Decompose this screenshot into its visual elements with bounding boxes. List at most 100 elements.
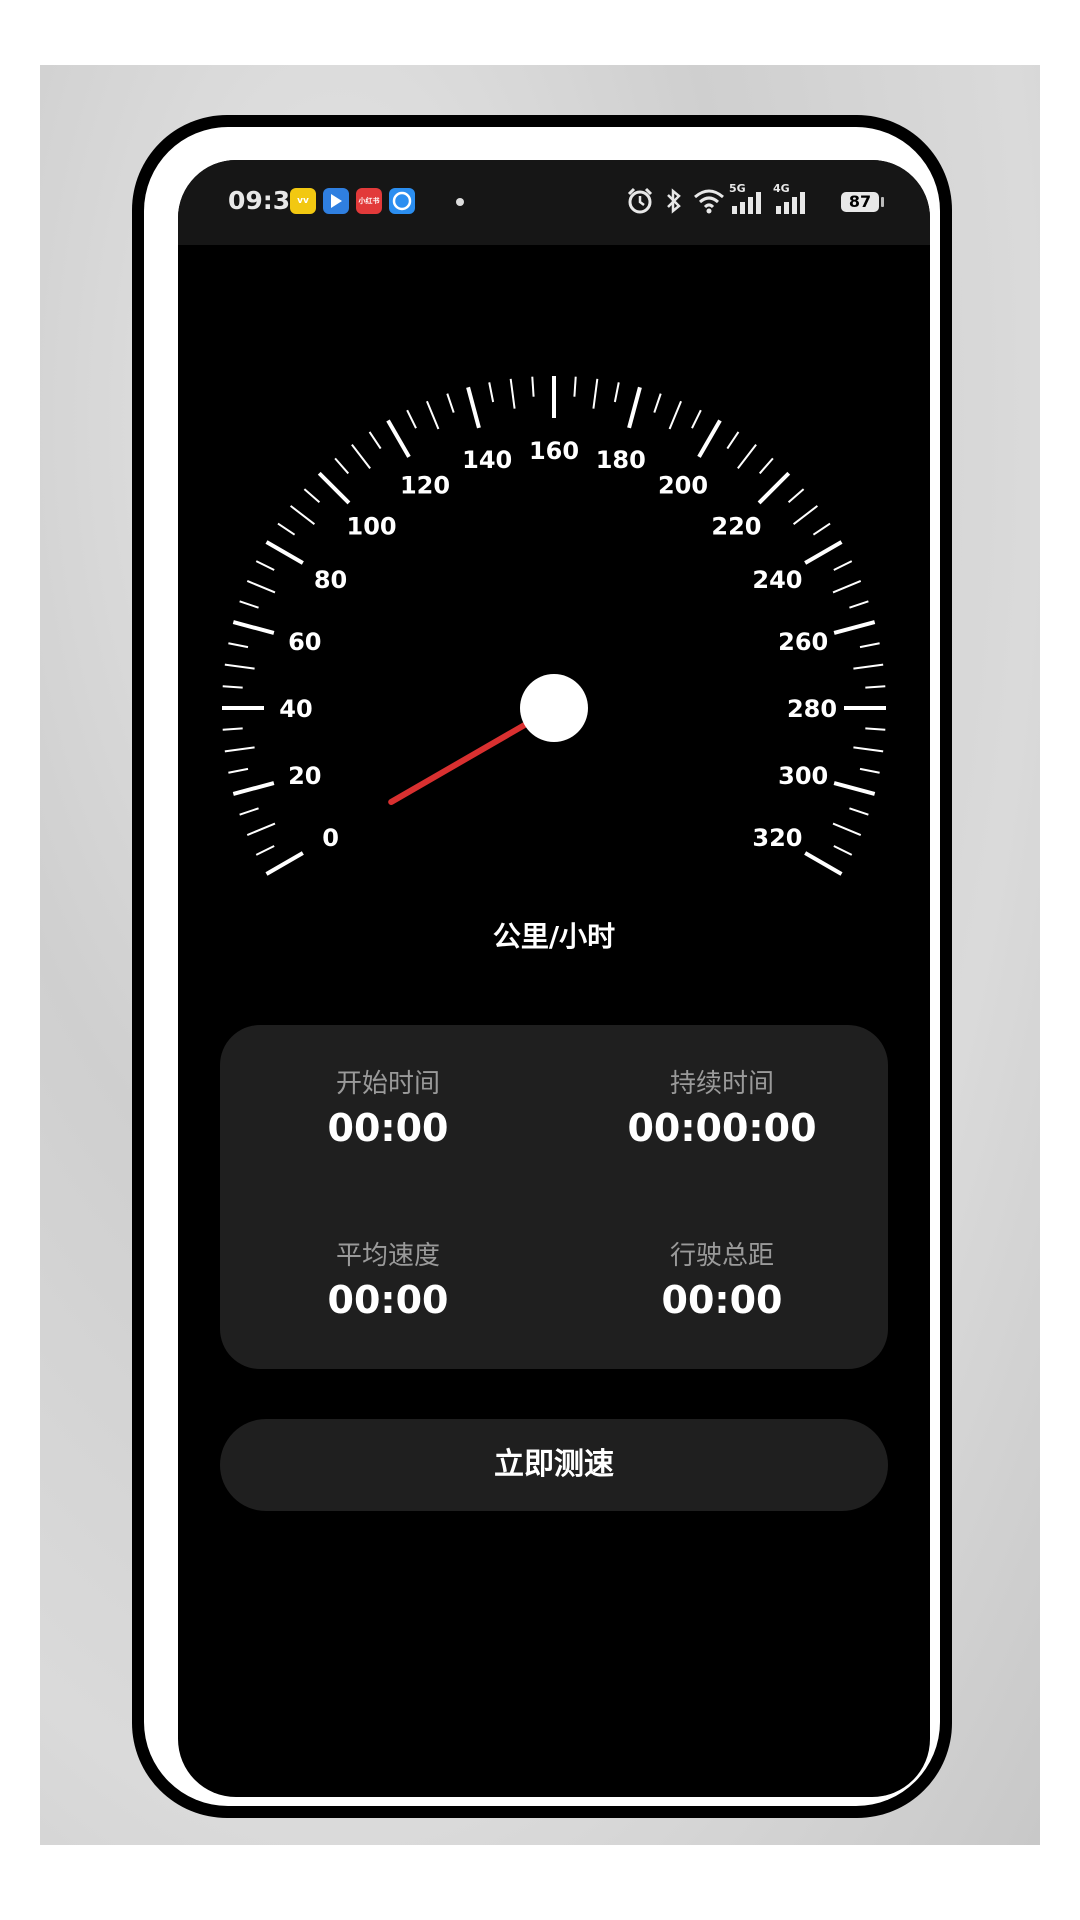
- gauge-minor-tick: [668, 400, 682, 430]
- gauge-minor-tick: [222, 727, 243, 731]
- gauge-minor-tick: [812, 522, 831, 536]
- gauge-minor-tick: [531, 376, 535, 397]
- gauge-major-tick: [804, 540, 843, 565]
- gauge-minor-tick: [351, 443, 371, 470]
- gauge-minor-tick: [691, 409, 702, 429]
- gauge-tick-labels: 0 20 40 60 80100120 140 160 180 200220 240 260 280 3…: [279, 437, 837, 852]
- gauge-tick-label: 220: [711, 513, 761, 541]
- phone-bezel: 09:36 vv 小红书 5G 4G 87 0 20 40 60 80 100 …: [144, 127, 940, 1806]
- gauge-hub: [520, 674, 588, 742]
- stat-total-distance: 行驶总距 00:00: [572, 1235, 872, 1322]
- gauge-tick-label: 300: [778, 762, 828, 790]
- gauge-minor-tick: [368, 431, 382, 450]
- gauge-minor-tick: [653, 393, 662, 413]
- stat-avg-speed: 平均速度 00:00: [238, 1235, 538, 1322]
- gauge-tick-label: 160: [529, 437, 579, 465]
- gauge-minor-tick: [832, 822, 862, 836]
- gauge-minor-tick: [849, 600, 869, 609]
- gauge-tick-label: 40: [279, 695, 312, 723]
- gauge-major-tick: [697, 419, 722, 458]
- gauge-major-tick: [265, 540, 304, 565]
- gauge-minor-tick: [406, 409, 417, 429]
- gauge-minor-tick: [255, 845, 275, 856]
- battery-icon: 87: [841, 192, 879, 212]
- stat-start-time: 开始时间 00:00: [238, 1063, 538, 1150]
- gauge-minor-tick: [246, 580, 276, 594]
- gauge-minor-tick: [758, 457, 774, 475]
- gauge-minor-tick: [792, 505, 819, 525]
- gauge-minor-tick: [832, 580, 862, 594]
- gauge-minor-tick: [277, 522, 296, 536]
- start-time-label: 开始时间: [335, 1069, 440, 1099]
- gauge-minor-tick: [737, 443, 757, 470]
- gauge-major-tick: [757, 471, 791, 505]
- gauge-major-tick: [804, 851, 843, 876]
- gauge-minor-tick: [239, 807, 259, 816]
- app-screen: 09:36 vv 小红书 5G 4G 87 0 20 40 60 80 100 …: [178, 160, 930, 1797]
- gauge-minor-tick: [224, 663, 255, 670]
- signal-5g-icon: [732, 192, 761, 214]
- gauge-tick-label: 320: [752, 824, 802, 852]
- gauge-minor-tick: [255, 560, 275, 571]
- gauge-minor-tick: [224, 746, 255, 753]
- gauge-tick-label: 240: [752, 566, 802, 594]
- total-distance-label: 行驶总距: [669, 1241, 774, 1271]
- gauge-minor-tick: [573, 376, 577, 397]
- total-distance-value: 00:00: [661, 1278, 783, 1322]
- phone-frame: 09:36 vv 小红书 5G 4G 87 0 20 40 60 80 100 …: [132, 115, 952, 1818]
- gauge-minor-tick: [446, 393, 455, 413]
- gauge-minor-tick: [246, 822, 276, 836]
- gauge-minor-tick: [289, 505, 316, 525]
- gauge-minor-tick: [426, 400, 440, 430]
- alarm-icon: [627, 187, 653, 214]
- gauge-tick-label: 100: [347, 513, 397, 541]
- avg-speed-label: 平均速度: [335, 1241, 440, 1271]
- gauge-minor-tick: [303, 488, 321, 504]
- gauge-minor-tick: [334, 457, 350, 475]
- gauge-minor-tick: [859, 642, 880, 649]
- gauge-tick-label: 180: [596, 446, 646, 474]
- status-bar: 09:36 vv 小红书 5G 4G 87: [178, 160, 930, 245]
- gauge-major-tick: [833, 781, 876, 796]
- gauge-minor-tick: [488, 382, 495, 403]
- gauge-minor-tick: [222, 685, 243, 689]
- gauge-major-tick: [232, 781, 275, 796]
- gauge-major-tick: [466, 386, 481, 429]
- gauge-minor-tick: [228, 767, 249, 774]
- gauge-minor-tick: [509, 378, 516, 409]
- gauge-tick-label: 280: [787, 695, 837, 723]
- vv-app-icon: vv: [290, 188, 316, 214]
- location-app-icon: [323, 188, 349, 214]
- gauge-tick-label: 200: [658, 472, 708, 500]
- gauge-minor-tick: [613, 382, 620, 403]
- gauge-tick-label: 0: [322, 824, 339, 852]
- gauge-minor-tick: [859, 767, 880, 774]
- duration-label: 持续时间: [669, 1069, 774, 1099]
- gauge-minor-tick: [592, 378, 599, 409]
- gauge-minor-tick: [787, 488, 805, 504]
- gauge-minor-tick: [833, 845, 853, 856]
- measure-speed-button[interactable]: 立即测速: [220, 1419, 888, 1511]
- gauge-major-tick: [833, 620, 876, 635]
- gauge-minor-tick: [833, 560, 853, 571]
- gauge-minor-tick: [228, 642, 249, 649]
- browser-app-icon: [389, 188, 415, 214]
- gauge-tick-label: 60: [288, 628, 321, 656]
- start-time-value: 00:00: [327, 1106, 449, 1150]
- speedometer-gauge: 0 20 40 60 80100120 140 160 180 200220 240 260 280 3…: [222, 376, 886, 876]
- gauge-major-tick: [627, 386, 642, 429]
- gauge-minor-tick: [853, 746, 884, 753]
- gauge-major-tick: [317, 471, 351, 505]
- gauge-minor-tick: [853, 663, 884, 670]
- stat-duration: 持续时间 00:00:00: [572, 1063, 872, 1150]
- gauge-minor-tick: [865, 685, 886, 689]
- gauge-tick-label: 140: [462, 446, 512, 474]
- speed-unit-label: 公里/小时: [492, 920, 616, 953]
- notification-dot-icon: [456, 198, 464, 206]
- duration-value: 00:00:00: [627, 1106, 817, 1150]
- gauge-tick-label: 260: [778, 628, 828, 656]
- gauge-minor-tick: [865, 727, 886, 731]
- stats-panel: 开始时间 00:00 持续时间 00:00:00 平均速度 00:00 行驶总距…: [220, 1025, 888, 1369]
- avg-speed-value: 00:00: [327, 1278, 449, 1322]
- gauge-minor-tick: [239, 600, 259, 609]
